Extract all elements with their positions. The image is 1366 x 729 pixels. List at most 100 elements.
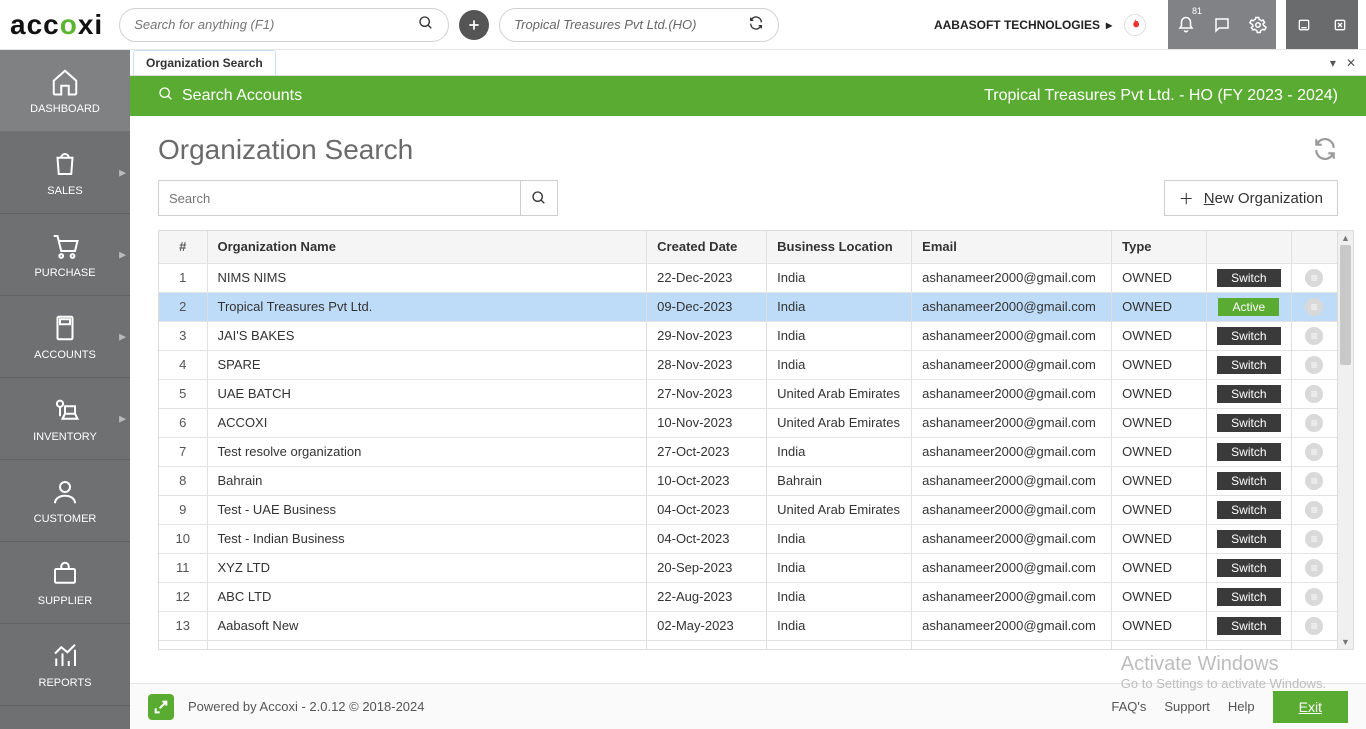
nav-supplier[interactable]: SUPPLIER [0,542,130,624]
cell-location: India [767,437,912,466]
settings-button[interactable] [1240,0,1276,50]
switch-button[interactable]: Switch [1217,356,1280,374]
table-row[interactable]: 10Test - Indian Business04-Oct-2023India… [159,524,1337,553]
table-search-button[interactable] [520,180,558,216]
table-search-input[interactable] [158,180,520,216]
vertical-scrollbar[interactable]: ▲ ▼ [1337,231,1353,649]
nav-label: PURCHASE [34,267,95,279]
switch-button[interactable]: Switch [1217,617,1280,635]
switch-button[interactable]: Switch [1217,501,1280,519]
col-created[interactable]: Created Date [647,231,767,263]
footer-faq-link[interactable]: FAQ's [1111,699,1146,714]
nav-reports[interactable]: REPORTS [0,624,130,706]
switch-button[interactable]: Switch [1217,588,1280,606]
table-row[interactable]: 1NIMS NIMS22-Dec-2023Indiaashanameer2000… [159,263,1337,292]
footer-help-link[interactable]: Help [1228,699,1255,714]
tab-close-icon[interactable]: ✕ [1346,56,1356,70]
global-search[interactable] [119,8,449,42]
exit-button[interactable]: Exit [1273,691,1348,723]
table-row[interactable]: 5UAE BATCH27-Nov-2023United Arab Emirate… [159,379,1337,408]
cell-type: OWNED [1112,466,1207,495]
global-search-input[interactable] [134,17,418,32]
switch-button[interactable]: Switch [1217,269,1280,287]
cell-created: 27-Oct-2023 [647,437,767,466]
refresh-icon[interactable] [748,15,764,34]
nav-label: ACCOUNTS [34,349,96,361]
nav-dashboard[interactable]: DASHBOARD [0,50,130,132]
switch-button[interactable]: Switch [1217,530,1280,548]
scroll-up-icon[interactable]: ▲ [1338,233,1353,243]
table-row[interactable]: 13Aabasoft New02-May-2023Indiaashanameer… [159,611,1337,640]
cell-more: ≡ [1291,466,1337,495]
more-icon[interactable]: ≡ [1305,356,1323,374]
cell-created: 09-Dec-2023 [647,292,767,321]
cell-location: India [767,321,912,350]
cell-name: Bahrain [207,466,647,495]
more-icon[interactable]: ≡ [1305,443,1323,461]
switch-button[interactable]: Switch [1217,385,1280,403]
col-index[interactable]: # [159,231,207,263]
cell-name: NIMS NIMS [207,263,647,292]
cell-more: ≡ [1291,611,1337,640]
notifications-button[interactable]: 81 [1168,0,1204,50]
nav-purchase[interactable]: PURCHASE▶ [0,214,130,296]
search-icon[interactable] [418,15,434,34]
user-menu[interactable]: AABASOFT TECHNOLOGIES ▸ [934,18,1112,32]
table-row[interactable]: 8Bahrain10-Oct-2023Bahrainashanameer2000… [159,466,1337,495]
window-controls [1286,0,1358,49]
more-icon[interactable]: ≡ [1305,414,1323,432]
tab-dropdown-icon[interactable]: ▾ [1330,56,1336,70]
col-name[interactable]: Organization Name [207,231,647,263]
add-button[interactable] [459,10,489,40]
switch-button[interactable]: Switch [1217,559,1280,577]
table-row[interactable]: 3JAI'S BAKES29-Nov-2023Indiaashanameer20… [159,321,1337,350]
col-location[interactable]: Business Location [767,231,912,263]
switch-button[interactable]: Switch [1217,472,1280,490]
tab-organization-search[interactable]: Organization Search [133,50,276,75]
context-bar-title: Search Accounts [182,87,302,105]
flame-icon[interactable] [1124,14,1146,36]
organization-table-wrap: # Organization Name Created Date Busines… [158,230,1354,650]
more-icon[interactable]: ≡ [1305,269,1323,287]
more-icon[interactable]: ≡ [1305,530,1323,548]
refresh-icon[interactable] [1312,136,1338,165]
col-email[interactable]: Email [912,231,1112,263]
table-row[interactable]: 11XYZ LTD20-Sep-2023Indiaashanameer2000@… [159,553,1337,582]
organization-table: # Organization Name Created Date Busines… [159,231,1337,649]
nav-sales[interactable]: SALES▶ [0,132,130,214]
cell-name: ABC LTD [207,582,647,611]
table-row[interactable]: 2Tropical Treasures Pvt Ltd.09-Dec-2023I… [159,292,1337,321]
minimize-button[interactable] [1286,0,1322,50]
org-selector[interactable]: Tropical Treasures Pvt Ltd.(HO) [499,8,779,42]
table-row[interactable]: 6ACCOXI10-Nov-2023United Arab Emiratesas… [159,408,1337,437]
nav-inventory[interactable]: INVENTORY▶ [0,378,130,460]
more-icon[interactable]: ≡ [1305,385,1323,403]
switch-button[interactable]: Switch [1217,443,1280,461]
active-badge: Active [1218,298,1279,316]
scrollbar-thumb[interactable] [1340,245,1351,365]
scroll-down-icon[interactable]: ▼ [1338,637,1353,647]
footer-support-link[interactable]: Support [1164,699,1210,714]
logo[interactable]: accoxi [8,9,109,41]
table-row[interactable]: 7Test resolve organization27-Oct-2023Ind… [159,437,1337,466]
switch-button[interactable]: Switch [1217,327,1280,345]
switch-button[interactable]: Switch [1217,414,1280,432]
messages-button[interactable] [1204,0,1240,50]
cell-more: ≡ [1291,582,1337,611]
table-row[interactable]: 9Test - UAE Business04-Oct-2023United Ar… [159,495,1337,524]
cell-name: Test - UAE Business [207,495,647,524]
more-icon[interactable]: ≡ [1305,472,1323,490]
more-icon[interactable]: ≡ [1305,298,1323,316]
nav-customer[interactable]: CUSTOMER [0,460,130,542]
close-button[interactable] [1322,0,1358,50]
more-icon[interactable]: ≡ [1305,617,1323,635]
table-row[interactable]: 12ABC LTD22-Aug-2023Indiaashanameer2000@… [159,582,1337,611]
more-icon[interactable]: ≡ [1305,327,1323,345]
more-icon[interactable]: ≡ [1305,559,1323,577]
more-icon[interactable]: ≡ [1305,588,1323,606]
nav-accounts[interactable]: ACCOUNTS▶ [0,296,130,378]
more-icon[interactable]: ≡ [1305,501,1323,519]
new-organization-button[interactable]: ＋ New Organization [1164,180,1338,216]
table-row[interactable]: 4SPARE28-Nov-2023Indiaashanameer2000@gma… [159,350,1337,379]
col-type[interactable]: Type [1112,231,1207,263]
